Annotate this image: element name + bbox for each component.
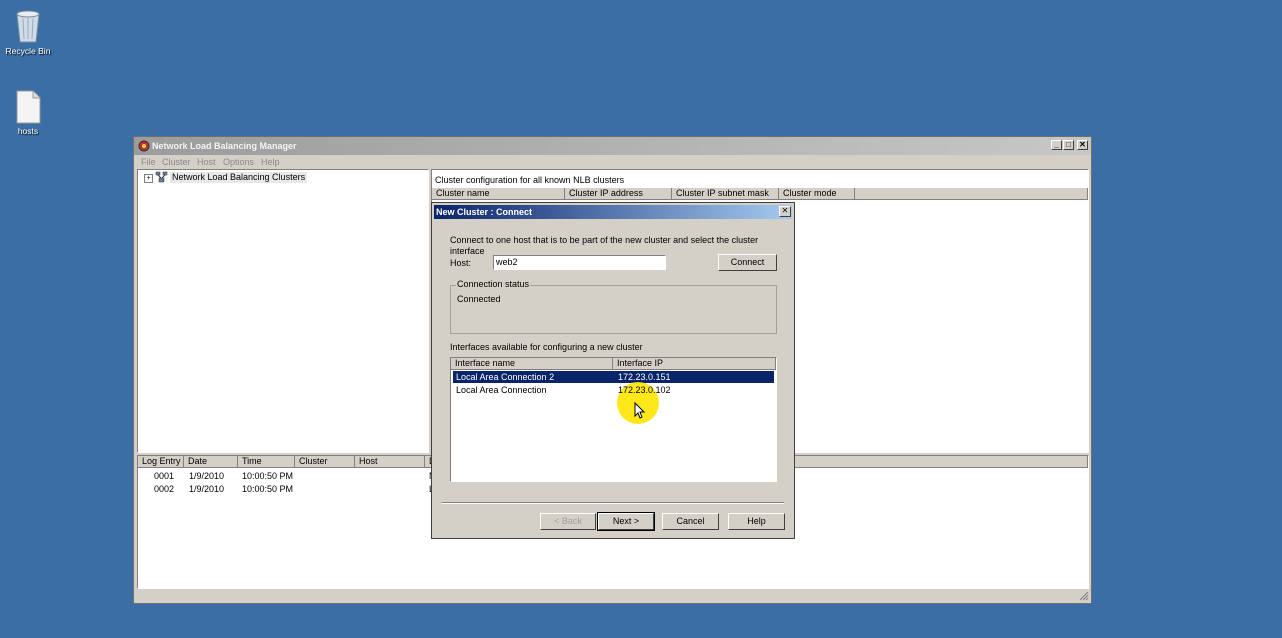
log-row-date: 1/9/2010 (189, 484, 225, 494)
window-titlebar[interactable]: Network Load Balancing Manager _ □ ✕ (134, 137, 1091, 155)
next-button[interactable]: Next > (597, 512, 655, 531)
menu-help[interactable]: Help (261, 157, 280, 167)
interfaces-caption: Interfaces available for configuring a n… (450, 342, 643, 352)
col-interface-ip[interactable]: Interface IP (613, 358, 776, 370)
connect-button[interactable]: Connect (718, 254, 777, 271)
menu-file[interactable]: File (141, 157, 156, 167)
nlb-app-icon (138, 140, 150, 152)
interface-ip: 172.23.0.102 (618, 385, 671, 395)
expand-icon[interactable]: + (144, 174, 153, 183)
interface-ip: 172.23.0.151 (618, 372, 671, 382)
dialog-title: New Cluster : Connect (436, 207, 533, 217)
help-button[interactable]: Help (728, 513, 785, 530)
col-cluster-name[interactable]: Cluster name (432, 188, 565, 200)
hosts-label: hosts (17, 126, 39, 136)
col-cluster-mode[interactable]: Cluster mode (779, 188, 855, 200)
connection-status-label: Connection status (456, 279, 531, 290)
host-input[interactable]: web2 (493, 255, 666, 270)
recycle-bin-desktop-icon[interactable]: Recycle Bin (0, 6, 56, 56)
cluster-network-icon (155, 171, 168, 183)
col-host[interactable]: Host (355, 456, 425, 468)
dialog-titlebar[interactable]: New Cluster : Connect (434, 205, 792, 219)
tree-root-item[interactable]: Network Load Balancing Clusters (170, 172, 308, 183)
hosts-file-desktop-icon[interactable]: hosts (0, 90, 56, 136)
menu-host[interactable]: Host (197, 157, 216, 167)
recycle-bin-label: Recycle Bin (5, 46, 51, 56)
menu-cluster[interactable]: Cluster (162, 157, 191, 167)
interface-name: Local Area Connection (456, 385, 547, 395)
col-interface-name[interactable]: Interface name (451, 358, 613, 370)
menu-bar: File Cluster Host Options Help (134, 155, 1091, 169)
col-filler (855, 188, 1088, 200)
col-date[interactable]: Date (184, 456, 238, 468)
minimize-button[interactable]: _ (1051, 140, 1062, 150)
col-cluster-subnet[interactable]: Cluster IP subnet mask (672, 188, 779, 200)
interfaces-list: Interface name Interface IP Local Area C… (450, 357, 777, 482)
resize-grip-icon[interactable] (1079, 591, 1089, 601)
log-row-time: 10:00:50 PM (242, 471, 294, 481)
document-icon (16, 90, 41, 124)
close-window-button[interactable]: ✕ (1077, 140, 1088, 150)
log-row-entry: 0001 (154, 471, 175, 481)
log-row-date: 1/9/2010 (189, 471, 225, 481)
connection-status-group (450, 285, 777, 334)
log-row-entry: 0002 (154, 484, 175, 494)
maximize-button[interactable]: □ (1063, 140, 1074, 150)
log-row-time: 10:00:50 PM (242, 484, 294, 494)
dialog-separator (442, 502, 784, 504)
back-button[interactable]: < Back (540, 513, 596, 530)
cluster-tree-pane: + Network Load Balancing Clusters (137, 169, 429, 453)
host-label: Host: (450, 258, 472, 268)
window-title: Network Load Balancing Manager (152, 141, 297, 151)
status-bar (137, 589, 1089, 601)
mouse-pointer-icon (634, 402, 646, 419)
new-cluster-connect-dialog: New Cluster : Connect ✕ Connect to one h… (431, 202, 795, 539)
cancel-button[interactable]: Cancel (662, 513, 719, 530)
cluster-config-caption: Cluster configuration for all known NLB … (435, 175, 625, 185)
col-cluster[interactable]: Cluster (295, 456, 355, 468)
menu-options[interactable]: Options (223, 157, 254, 167)
connection-status-text: Connected (457, 294, 501, 304)
col-cluster-ip[interactable]: Cluster IP address (565, 188, 672, 200)
dialog-close-button[interactable]: ✕ (779, 206, 791, 217)
recycle-bin-icon (16, 10, 40, 43)
col-log-entry[interactable]: Log Entry (138, 456, 184, 468)
col-time[interactable]: Time (238, 456, 295, 468)
interface-name: Local Area Connection 2 (456, 372, 555, 382)
